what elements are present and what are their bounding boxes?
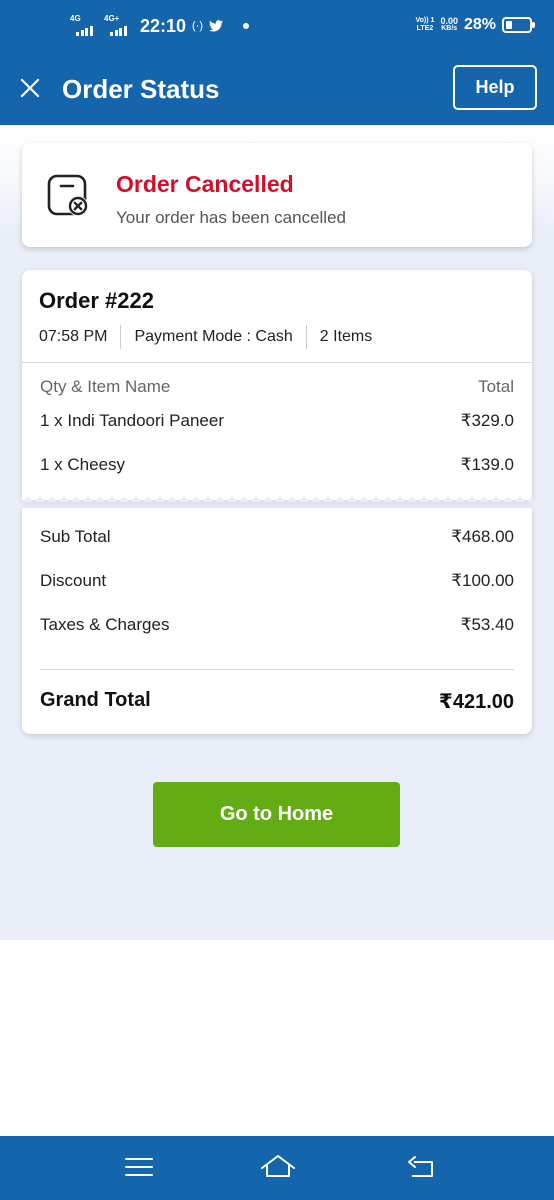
status-bar-right: Vo)) 1 LTE2 0.00 KB/s 28%	[415, 16, 535, 34]
meta-divider	[305, 325, 307, 349]
home-icon	[261, 1155, 295, 1177]
close-icon	[20, 78, 40, 98]
signal-2-icon: 4G+	[104, 14, 132, 38]
payment-mode: Payment Mode : Cash	[134, 328, 293, 345]
divider	[40, 669, 514, 670]
close-button[interactable]	[18, 76, 42, 100]
subtotal-label: Sub Total	[40, 527, 111, 546]
back-icon	[408, 1156, 433, 1177]
subtotal-value: ₹468.00	[451, 527, 514, 546]
order-cancelled-icon	[47, 174, 88, 216]
order-time: 07:58 PM	[39, 328, 108, 345]
status-subtitle: Your order has been cancelled	[116, 208, 346, 227]
order-meta: 07:58 PM Payment Mode : Cash 2 Items	[39, 325, 372, 349]
item-name: 1 x Cheesy	[40, 455, 126, 474]
item-price: ₹139.0	[460, 455, 514, 474]
taxes-label: Taxes & Charges	[40, 615, 170, 634]
status-bar: 4G 4G+ 22:10 (·) Vo)) 1 LTE2 0.00 KB/s 2…	[0, 0, 554, 52]
item-count: 2 Items	[319, 328, 373, 345]
item-name: 1 x Indi Tandoori Paneer	[40, 411, 224, 430]
network-speed: 0.00 KB/s	[440, 16, 458, 33]
bill-summary-card: Sub Total ₹468.00 Discount ₹100.00 Taxes…	[22, 508, 532, 734]
battery-icon	[502, 17, 535, 33]
help-button[interactable]: Help	[453, 65, 537, 110]
grand-total-row: Grand Total ₹421.00	[40, 689, 514, 714]
order-status-card: Order Cancelled Your order has been canc…	[22, 143, 532, 247]
discount-value: ₹100.00	[451, 571, 514, 590]
order-details-card: Order #222 07:58 PM Payment Mode : Cash …	[22, 270, 532, 502]
taxes-row: Taxes & Charges ₹53.40	[40, 615, 514, 635]
notification-dot-icon	[243, 23, 250, 29]
column-name-header: Qty & Item Name	[40, 377, 171, 396]
divider	[22, 362, 532, 363]
grand-total-label: Grand Total	[40, 689, 151, 711]
discount-row: Discount ₹100.00	[40, 571, 514, 591]
meta-divider	[120, 325, 122, 349]
nav-menu-button[interactable]	[122, 1152, 156, 1182]
volte-indicator: Vo)) 1 LTE2	[415, 17, 435, 32]
receipt-tear-edge	[22, 496, 532, 502]
nav-home-button[interactable]	[260, 1152, 295, 1182]
go-to-home-button[interactable]: Go to Home	[153, 782, 400, 847]
network-2-label: 4G+	[104, 14, 120, 23]
menu-icon	[125, 1158, 153, 1176]
subtotal-row: Sub Total ₹468.00	[40, 527, 514, 547]
list-item: 1 x Cheesy ₹139.0	[40, 455, 514, 475]
column-total-header: Total	[478, 377, 514, 396]
status-bar-left: 4G 4G+ 22:10 (·)	[70, 14, 250, 38]
list-item: 1 x Indi Tandoori Paneer ₹329.0	[40, 411, 514, 431]
signal-1-icon: 4G	[70, 14, 98, 38]
system-nav-bar	[0, 1136, 554, 1200]
grand-total-value: ₹421.00	[438, 691, 514, 713]
items-header: Qty & Item Name Total	[40, 377, 514, 397]
app-bar: Order Status Help	[0, 52, 554, 125]
clock: 22:10	[140, 15, 187, 36]
twitter-icon	[209, 20, 224, 32]
taxes-value: ₹53.40	[460, 615, 514, 634]
network-1-label: 4G	[70, 14, 81, 23]
page-title: Order Status	[62, 74, 220, 104]
status-title: Order Cancelled	[116, 171, 294, 197]
discount-label: Discount	[40, 571, 107, 590]
battery-percent: 28%	[463, 16, 496, 33]
nav-back-button[interactable]	[404, 1152, 438, 1182]
item-price: ₹329.0	[460, 411, 514, 430]
order-number: Order #222	[39, 288, 154, 313]
hotspot-icon: (·)	[192, 20, 204, 32]
